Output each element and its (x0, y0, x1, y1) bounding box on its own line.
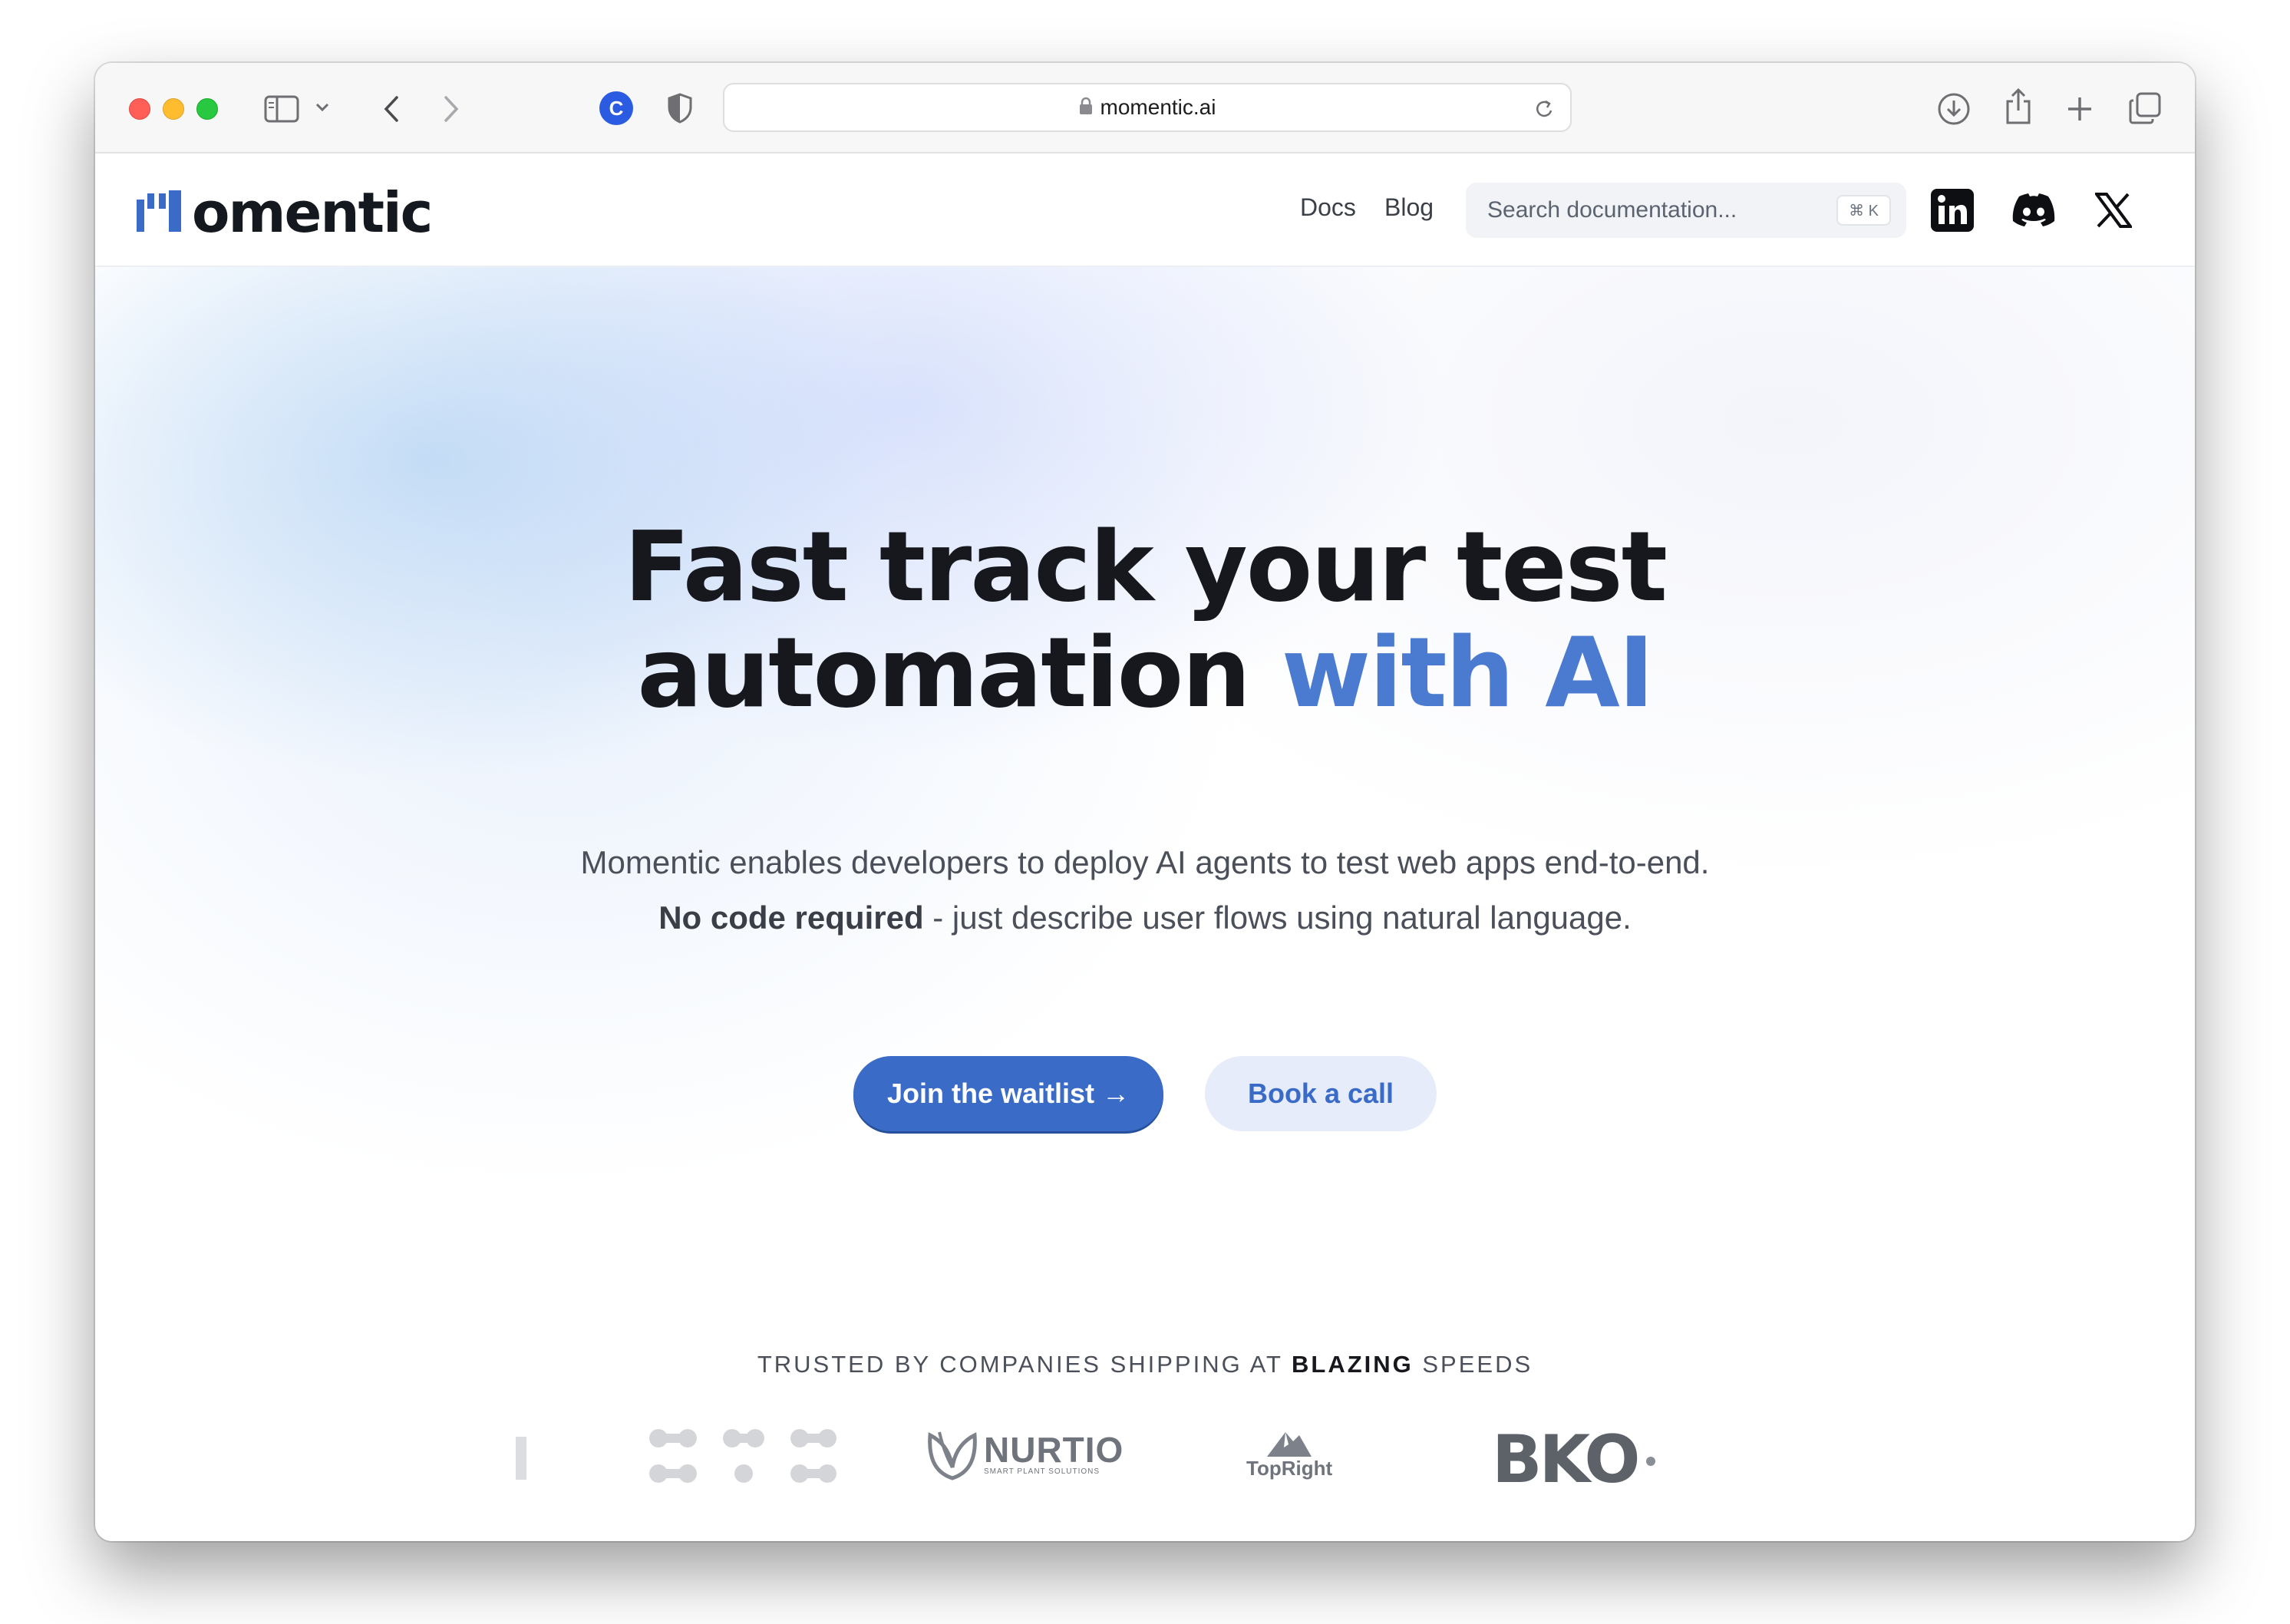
bko-wordmark: BKO (1492, 1421, 1640, 1498)
linkedin-icon[interactable] (1929, 187, 1975, 233)
hero-subtitle-line-1: Momentic enables developers to deploy AI… (580, 844, 1710, 880)
nurtio-wordmark: NURTIO (984, 1429, 1124, 1470)
minimize-window-button[interactable] (163, 98, 184, 120)
reload-icon[interactable] (1535, 98, 1555, 124)
close-window-button[interactable] (129, 98, 150, 120)
lock-icon (1079, 97, 1093, 119)
nav-blog-link[interactable]: Blog (1384, 193, 1434, 222)
trusted-highlight: BLAZING (1292, 1351, 1414, 1378)
zoom-window-button[interactable] (196, 98, 218, 120)
nurtio-tagline: SMART PLANT SOLUTIONS (984, 1467, 1100, 1476)
headline-line-1: Fast track your test (624, 510, 1668, 623)
headline-line-2: automation (637, 616, 1251, 729)
no-code-emphasis: No code required (658, 899, 924, 936)
url-text: momentic.ai (1100, 95, 1216, 119)
share-icon[interactable] (2001, 86, 2035, 127)
hero-headline: Fast track your test automation with AI (95, 514, 2195, 726)
sidebar-icon[interactable] (262, 92, 301, 126)
topright-logo: TopRight (1246, 1428, 1332, 1480)
join-waitlist-button[interactable]: Join the waitlist → (853, 1056, 1163, 1131)
nurtio-logo: NURTIO SMART PLANT SOLUTIONS (926, 1424, 1124, 1483)
site-header: omentic Docs Blog Search documentation..… (95, 153, 2195, 267)
back-icon[interactable] (376, 92, 407, 126)
chevron-down-icon[interactable] (313, 98, 332, 117)
partial-company-logo (508, 1435, 531, 1481)
tabs-icon[interactable] (2127, 91, 2163, 126)
search-input[interactable]: Search documentation... ⌘ K (1466, 183, 1906, 238)
hero-section: Fast track your test automation with AI … (95, 267, 2195, 1541)
new-tab-icon[interactable] (2064, 94, 2095, 124)
topright-wordmark: TopRight (1246, 1457, 1333, 1480)
forward-icon[interactable] (436, 92, 467, 126)
bko-logo: BKO (1492, 1423, 1658, 1497)
x-icon[interactable] (2090, 187, 2137, 233)
trusted-prefix: TRUSTED BY COMPANIES SHIPPING AT (757, 1351, 1292, 1378)
address-bar[interactable]: momentic.ai (723, 83, 1572, 132)
nav-docs-link[interactable]: Docs (1300, 193, 1356, 222)
headline-accent: with AI (1281, 616, 1655, 729)
trusted-suffix: SPEEDS (1413, 1351, 1533, 1378)
logo-wordmark: omentic (192, 180, 433, 245)
customer-logos: NURTIO SMART PLANT SOLUTIONS TopRight BK… (95, 1418, 2195, 1503)
dots-company-logo (648, 1428, 840, 1486)
svg-text:C: C (609, 97, 624, 120)
bko-dot-icon (1646, 1457, 1656, 1466)
extension-c-icon[interactable]: C (599, 91, 634, 126)
trusted-by-heading: TRUSTED BY COMPANIES SHIPPING AT BLAZING… (95, 1351, 2195, 1378)
shield-icon[interactable] (665, 91, 695, 126)
hero-subtitle-rest: - just describe user flows using natural… (923, 899, 1632, 936)
momentic-logo[interactable]: omentic (137, 178, 433, 247)
hero-subtitle-line-2: No code required - just describe user fl… (95, 899, 2195, 936)
discord-icon[interactable] (2011, 187, 2057, 233)
browser-toolbar: C momentic.ai (95, 63, 2195, 153)
browser-window: C momentic.ai omentic Docs Blog Search d… (95, 63, 2195, 1541)
logo-mark-icon (137, 190, 187, 236)
download-icon[interactable] (1935, 91, 1972, 127)
search-shortcut-badge: ⌘ K (1836, 195, 1891, 226)
search-placeholder: Search documentation... (1487, 197, 1737, 223)
book-call-button[interactable]: Book a call (1205, 1056, 1437, 1131)
